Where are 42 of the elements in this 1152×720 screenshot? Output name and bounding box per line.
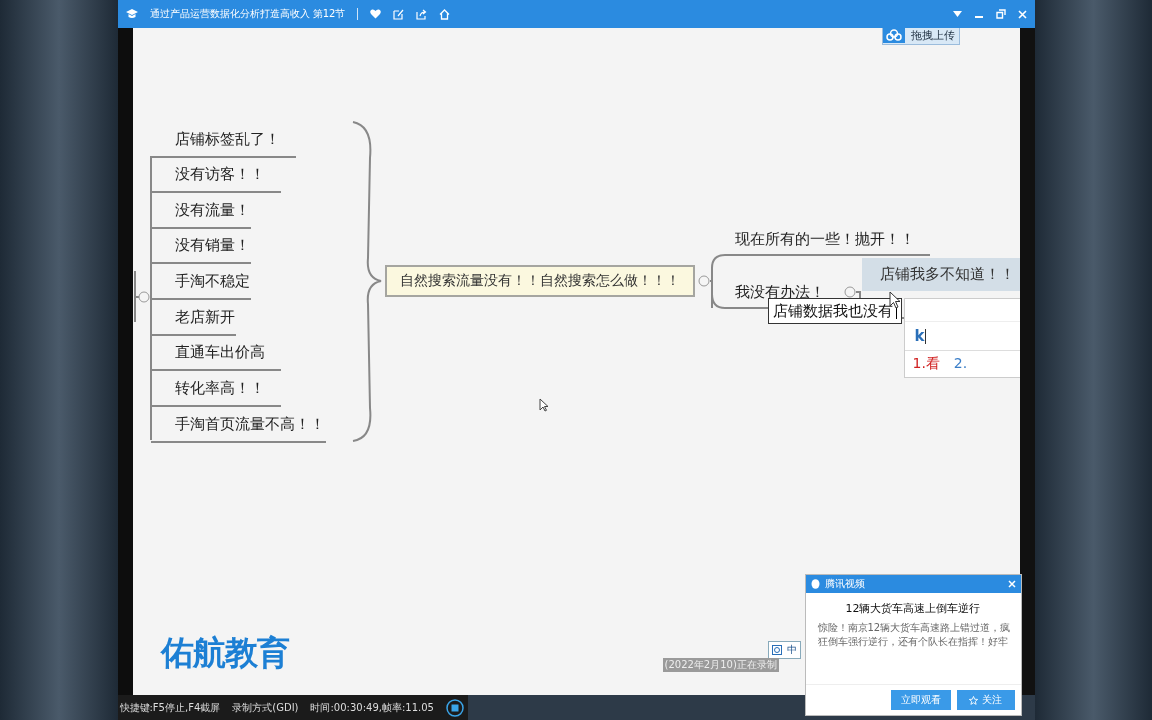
topic-label[interactable]: 手淘不稳定 bbox=[174, 272, 250, 291]
topic-label[interactable]: 现在所有的一些！抛开！！ bbox=[734, 230, 915, 249]
share-icon[interactable] bbox=[416, 8, 428, 20]
collapse-toggle[interactable] bbox=[844, 286, 855, 298]
topic-label[interactable]: 没有流量！ bbox=[174, 201, 250, 220]
window-title: 通过产品运营数据化分析打造高收入 第12节 bbox=[149, 7, 346, 21]
restore-icon[interactable] bbox=[995, 9, 1006, 19]
ime-candidate[interactable]: 2. bbox=[953, 355, 968, 373]
upload-button[interactable]: 拖拽上传 bbox=[881, 28, 960, 45]
collapse-toggle[interactable] bbox=[698, 275, 709, 287]
topic-label[interactable]: 没有销量！ bbox=[174, 236, 250, 255]
news-headline[interactable]: 12辆大货车高速上倒车逆行 bbox=[805, 601, 1021, 616]
ime-icon bbox=[771, 645, 782, 655]
status-text: 录制方式(GDI) bbox=[232, 700, 299, 715]
home-icon[interactable] bbox=[439, 8, 451, 20]
mouse-pointer-icon bbox=[538, 398, 549, 412]
ime-candidate[interactable]: 1.看 bbox=[912, 355, 940, 373]
news-summary: 惊险！南京12辆大货车高速路上错过道，疯狂倒车强行逆行，还有个队长在指挥！好牢 bbox=[816, 621, 1012, 649]
recording-status: (2022年2月10)正在录制 bbox=[662, 658, 779, 672]
graduation-cap-icon bbox=[125, 9, 138, 19]
heart-icon[interactable] bbox=[370, 9, 382, 19]
close-icon[interactable] bbox=[1017, 9, 1027, 19]
logo-text: 佑航教育 bbox=[160, 632, 289, 674]
subtopic[interactable]: 店铺我多不知道！！ bbox=[861, 258, 1020, 291]
topic-label[interactable]: 转化率高！！ bbox=[174, 379, 265, 398]
topic-label[interactable]: 手淘首页流量不高！！ bbox=[174, 415, 325, 434]
star-icon bbox=[969, 695, 978, 705]
text-input-field[interactable]: 店铺数据我也没有 bbox=[767, 298, 902, 324]
topic-label[interactable]: 没有访客！！ bbox=[174, 165, 265, 184]
topic-label[interactable]: 老店新开 bbox=[174, 308, 235, 327]
status-text: 时间:00:30:49,帧率:11.05 bbox=[310, 700, 434, 715]
dropdown-icon[interactable] bbox=[952, 11, 962, 17]
ime-indicator[interactable]: 中 bbox=[767, 641, 801, 659]
status-text: 快捷键:F5停止,F4截屏 bbox=[119, 700, 221, 715]
edit-icon[interactable] bbox=[393, 8, 405, 20]
central-topic[interactable]: 自然搜索流量没有！！自然搜索怎么做！！！ bbox=[384, 265, 695, 297]
collapse-toggle[interactable] bbox=[138, 291, 149, 303]
popup-title: 腾讯视频 bbox=[824, 577, 865, 591]
stop-record-icon[interactable] bbox=[445, 698, 464, 717]
close-icon[interactable] bbox=[1007, 580, 1016, 588]
topic-label[interactable]: 直通车出价高 bbox=[174, 343, 265, 362]
topic-label[interactable]: 店铺标签乱了！ bbox=[174, 130, 280, 149]
